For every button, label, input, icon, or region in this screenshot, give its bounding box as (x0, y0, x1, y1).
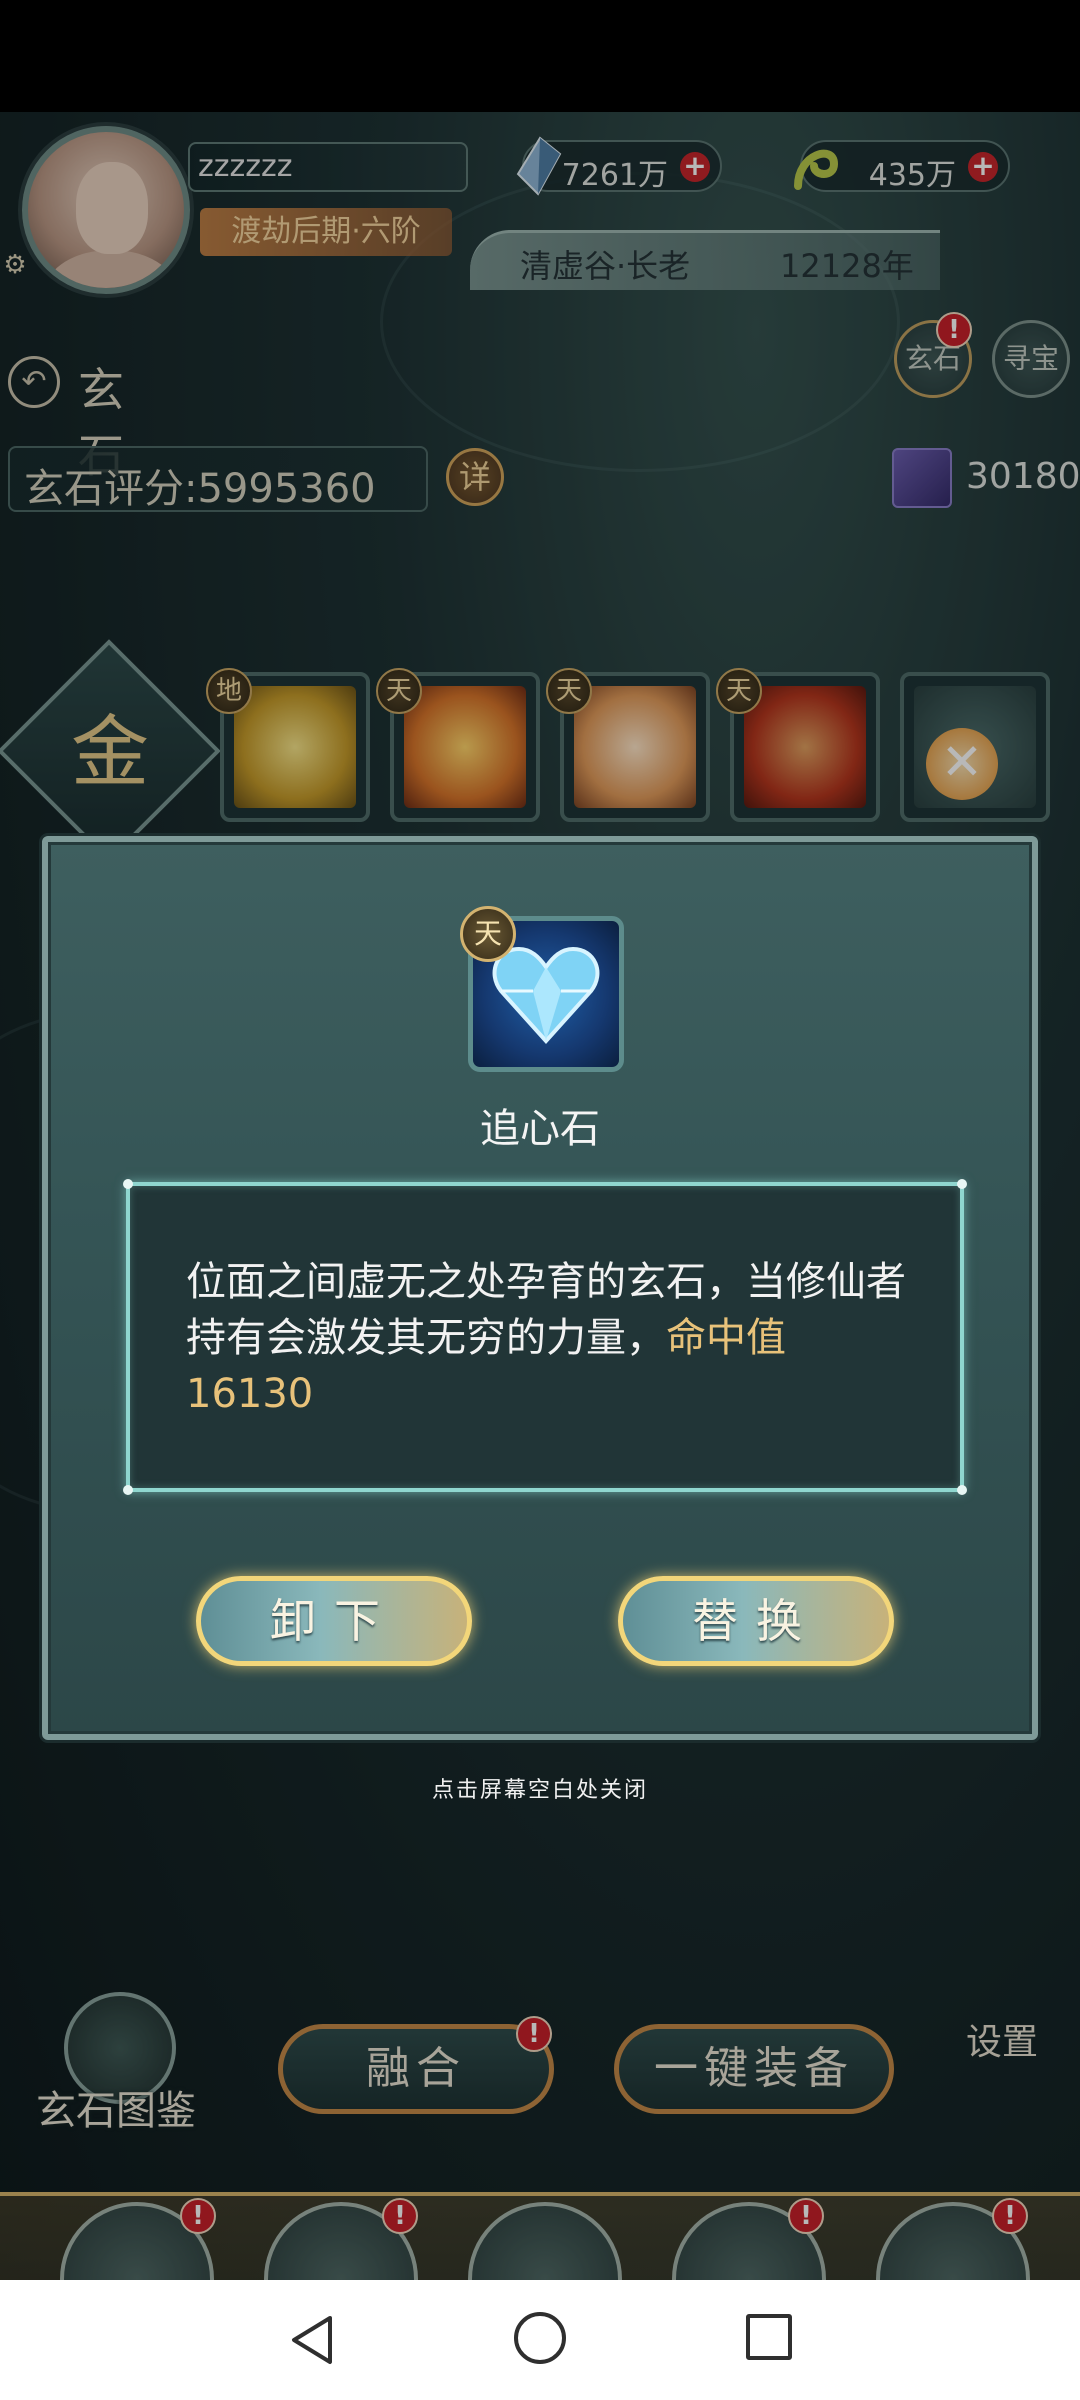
status-bar (0, 0, 1080, 112)
system-nav-bar (0, 2280, 1080, 2400)
unequip-button[interactable]: 卸下 (196, 1576, 472, 1666)
stone-detail-dialog: 天 追心石 位面之间虚无之处孕育的玄石，当修仙者持有会激发其无穷的力量，命中值1… (42, 836, 1038, 1740)
item-grade-badge: 天 (460, 906, 516, 962)
item-name: 追心石 (480, 1106, 600, 1152)
item-description: 位面之间虚无之处孕育的玄石，当修仙者持有会激发其无穷的力量，命中值16130 (186, 1254, 906, 1422)
close-hint: 点击屏幕空白处关闭 (431, 1778, 648, 1803)
back-triangle-icon[interactable] (284, 2312, 340, 2368)
replace-button[interactable]: 替换 (618, 1576, 894, 1666)
recents-square-icon[interactable] (746, 2314, 792, 2360)
description-text: 位面之间虚无之处孕育的玄石，当修仙者持有会激发其无穷的力量， (186, 1259, 906, 1361)
home-circle-icon[interactable] (514, 2312, 566, 2364)
item-description-box: 位面之间虚无之处孕育的玄石，当修仙者持有会激发其无穷的力量，命中值16130 (123, 1179, 967, 1495)
